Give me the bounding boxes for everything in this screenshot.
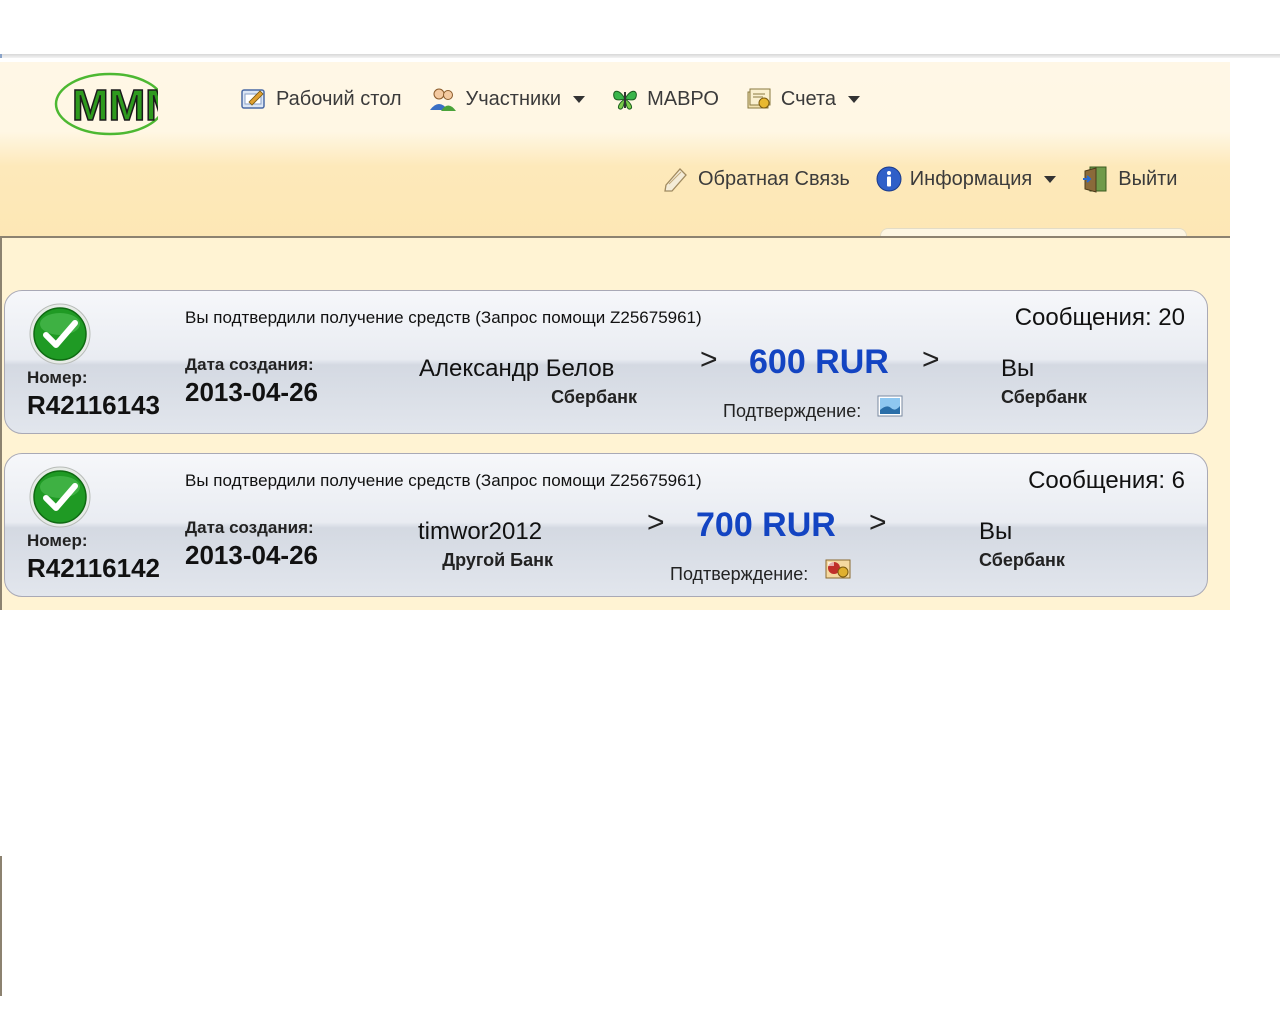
arrow-right: > — [922, 343, 940, 376]
browser-top-border — [0, 54, 1280, 58]
main-nav: Рабочий стол Участники МАВРО Счета — [240, 86, 861, 112]
request-status: Вы подтвердили получение средств (Запрос… — [185, 308, 702, 327]
image-icon[interactable] — [877, 395, 903, 417]
nav-accounts-label: Счета — [780, 87, 837, 110]
request-number: R42116142 — [27, 553, 161, 583]
logo-text: MMM — [72, 81, 158, 130]
messages-count-link[interactable]: Сообщения: 20 — [1015, 304, 1185, 332]
recipient-bank: Сбербанк — [1001, 387, 1087, 407]
recipient-bank: Сбербанк — [979, 550, 1065, 570]
request-card[interactable]: Номер: R42116143 Вы подтвердили получени… — [4, 290, 1208, 434]
amount: 700 RUR — [696, 506, 836, 544]
page-left-edge — [0, 856, 2, 996]
sender-bank: Другой Банк — [442, 550, 553, 570]
confirmation-label: Подтверждение: — [670, 564, 809, 584]
nav-mavro[interactable]: МАВРО — [611, 86, 719, 112]
arrow-right: > — [869, 506, 887, 539]
nav-logout[interactable]: Выйти — [1082, 165, 1177, 193]
number-label: Номер: — [27, 531, 88, 550]
users-icon — [429, 88, 456, 111]
number-label: Номер: — [27, 368, 88, 387]
amount: 600 RUR — [749, 343, 889, 381]
chevron-down-icon — [573, 95, 586, 103]
desktop-icon — [241, 89, 265, 109]
exit-door-icon — [1083, 166, 1107, 193]
content-left-border — [0, 238, 2, 610]
nav-mavro-label: МАВРО — [647, 87, 719, 110]
messages-count-link[interactable]: Сообщения: 6 — [1028, 467, 1185, 495]
photo-attachment-icon[interactable] — [825, 558, 851, 580]
nav-accounts[interactable]: Счета — [745, 86, 861, 112]
nav-desktop[interactable]: Рабочий стол — [240, 86, 402, 112]
border-dot — [0, 54, 2, 58]
sender-name: timwor2012 — [418, 518, 543, 545]
feedback-icon — [664, 168, 687, 192]
date-label: Дата создания: — [185, 518, 314, 537]
nav-participants-label: Участники — [465, 87, 562, 110]
creation-date: 2013-04-26 — [185, 377, 318, 407]
creation-date: 2013-04-26 — [185, 540, 318, 570]
arrow-right: > — [700, 343, 718, 376]
info-icon — [876, 166, 902, 192]
recipient-name: Вы — [1001, 355, 1035, 382]
arrow-right: > — [647, 506, 665, 539]
nav-information-label: Информация — [909, 167, 1033, 190]
accounts-icon — [747, 88, 771, 109]
request-card[interactable]: Номер: R42116142 Вы подтвердили получени… — [4, 453, 1208, 597]
butterfly-icon — [613, 90, 637, 110]
sender-bank: Сбербанк — [551, 387, 637, 407]
check-icon — [29, 303, 91, 365]
chevron-down-icon — [848, 95, 861, 103]
nav-desktop-label: Рабочий стол — [276, 87, 402, 110]
nav-participants[interactable]: Участники — [428, 86, 586, 112]
date-label: Дата создания: — [185, 355, 314, 374]
chevron-down-icon — [1044, 175, 1057, 183]
request-number: R42116143 — [27, 390, 161, 420]
nav-feedback-label: Обратная Связь — [698, 167, 850, 190]
check-icon — [29, 466, 91, 528]
nav-information[interactable]: Информация — [876, 166, 1057, 192]
request-status: Вы подтвердили получение средств (Запрос… — [185, 471, 702, 490]
nav-feedback[interactable]: Обратная Связь — [662, 165, 850, 193]
recipient-name: Вы — [979, 518, 1013, 545]
secondary-nav: Обратная Связь Информация Выйти — [662, 165, 1177, 193]
mmm-logo[interactable]: MMM — [54, 72, 158, 136]
confirmation-label: Подтверждение: — [723, 401, 862, 421]
nav-logout-label: Выйти — [1118, 167, 1178, 190]
sender-name: Александр Белов — [419, 355, 615, 382]
